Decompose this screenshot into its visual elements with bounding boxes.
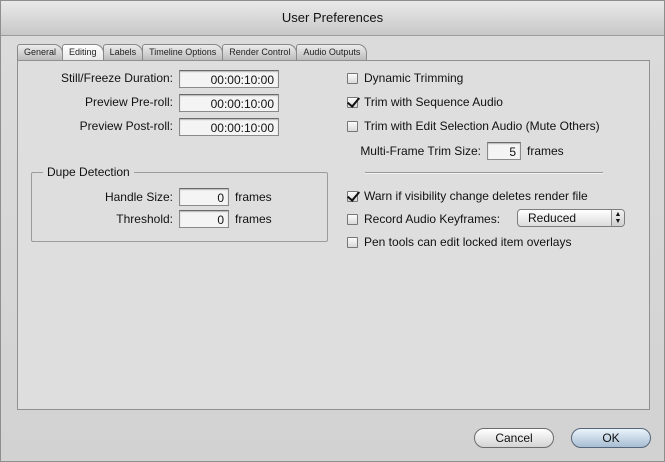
cancel-button[interactable]: Cancel — [474, 428, 554, 448]
trim-edit-selection-option[interactable]: Trim with Edit Selection Audio (Mute Oth… — [347, 119, 600, 133]
record-audio-keyframes-option[interactable]: Record Audio Keyframes: — [347, 212, 500, 226]
threshold-unit: frames — [235, 212, 272, 226]
preroll-label: Preview Pre-roll: — [84, 95, 173, 109]
still-freeze-label: Still/Freeze Duration: — [60, 71, 173, 85]
warn-visibility-option[interactable]: Warn if visibility change deletes render… — [347, 189, 588, 203]
tab-bar: General Editing Labels Timeline Options … — [17, 44, 368, 61]
record-audio-keyframes-checkbox[interactable] — [347, 213, 358, 225]
handle-size-field[interactable]: 0 — [179, 188, 229, 206]
dupe-detection-title: Dupe Detection — [43, 165, 134, 179]
trim-edit-selection-checkbox[interactable] — [347, 120, 358, 132]
dynamic-trimming-checkbox[interactable] — [347, 72, 358, 84]
trim-edit-selection-label: Trim with Edit Selection Audio (Mute Oth… — [364, 119, 600, 133]
handle-size-unit: frames — [235, 190, 272, 204]
record-audio-keyframes-select[interactable]: Reduced ▲ ▼ — [517, 209, 625, 227]
handle-size-label: Handle Size: — [104, 190, 173, 204]
preroll-field[interactable]: 00:00:10:00 — [179, 94, 279, 112]
tab-audio-outputs[interactable]: Audio Outputs — [296, 44, 368, 60]
postroll-field[interactable]: 00:00:10:00 — [179, 118, 279, 136]
record-audio-keyframes-value: Reduced — [528, 211, 577, 225]
postroll-label: Preview Post-roll: — [79, 119, 173, 133]
window-title: User Preferences — [1, 1, 664, 36]
dynamic-trimming-label: Dynamic Trimming — [364, 71, 464, 85]
dynamic-trimming-option[interactable]: Dynamic Trimming — [347, 71, 463, 85]
ok-button[interactable]: OK — [571, 428, 651, 448]
threshold-field[interactable]: 0 — [179, 210, 229, 228]
multiframe-trim-unit: frames — [527, 144, 564, 158]
dupe-detection-group — [31, 172, 328, 242]
tab-render-control[interactable]: Render Control — [222, 44, 298, 60]
trim-sequence-audio-label: Trim with Sequence Audio — [364, 95, 503, 109]
tab-editing[interactable]: Editing — [62, 44, 104, 61]
multiframe-trim-field[interactable]: 5 — [487, 142, 521, 160]
trim-sequence-audio-option[interactable]: Trim with Sequence Audio — [347, 95, 503, 109]
record-audio-keyframes-label: Record Audio Keyframes: — [364, 212, 501, 226]
multiframe-trim-label: Multi-Frame Trim Size: — [360, 144, 481, 158]
still-freeze-field[interactable]: 00:00:10:00 — [179, 70, 279, 88]
pen-tools-option[interactable]: Pen tools can edit locked item overlays — [347, 235, 571, 249]
tab-timeline-options[interactable]: Timeline Options — [142, 44, 224, 60]
pen-tools-label: Pen tools can edit locked item overlays — [364, 235, 572, 249]
section-divider — [365, 172, 603, 174]
warn-visibility-label: Warn if visibility change deletes render… — [364, 189, 588, 203]
tab-general[interactable]: General — [17, 44, 64, 60]
trim-sequence-audio-checkbox[interactable] — [347, 96, 358, 108]
threshold-label: Threshold: — [116, 212, 173, 226]
tab-labels[interactable]: Labels — [102, 44, 144, 60]
preferences-window: User Preferences General Editing Labels … — [0, 0, 665, 462]
select-arrows-icon: ▲ ▼ — [611, 210, 624, 226]
warn-visibility-checkbox[interactable] — [347, 190, 358, 202]
pen-tools-checkbox[interactable] — [347, 236, 358, 248]
